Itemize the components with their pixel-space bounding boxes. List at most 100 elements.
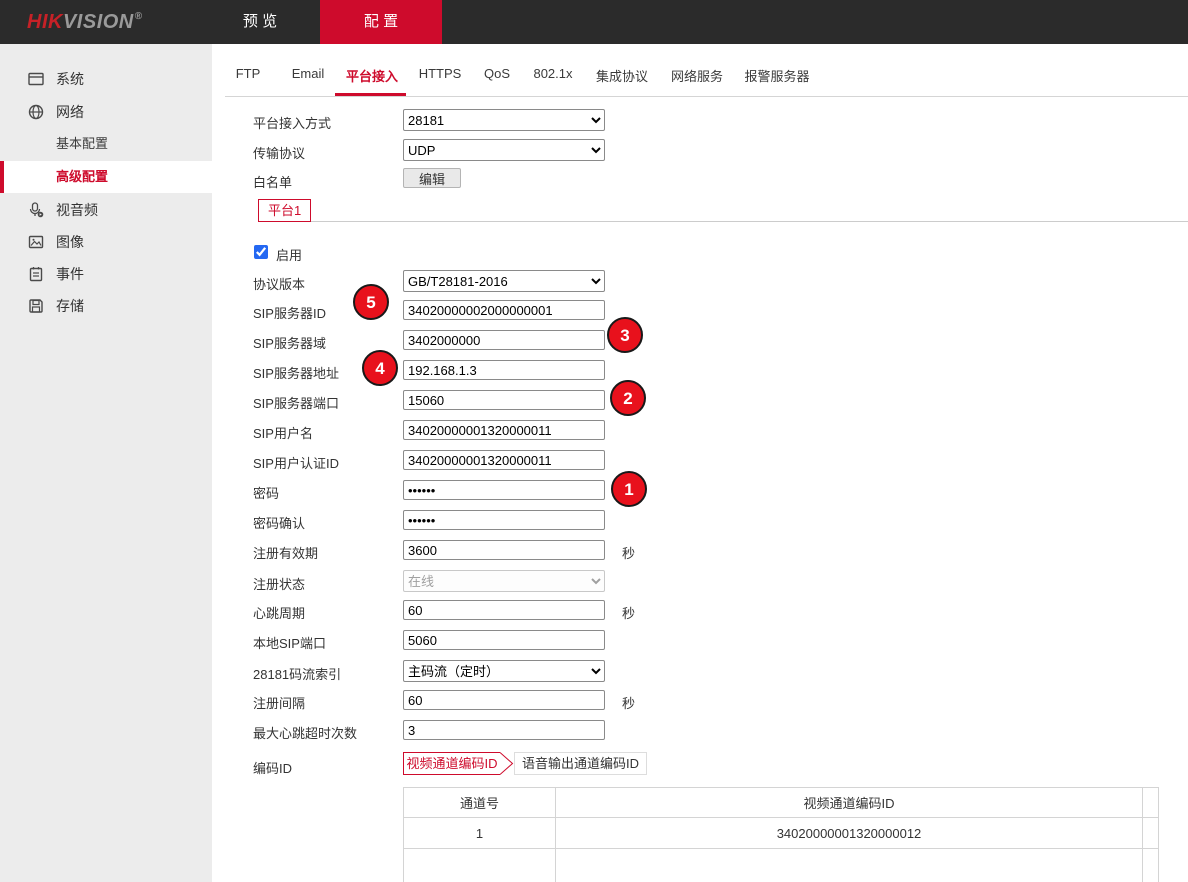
max-heartbeat-timeout-input[interactable] [403, 720, 605, 740]
tab-platform-access[interactable]: 平台接入 [346, 66, 398, 85]
field-label-encode-id: 编码ID [253, 758, 292, 777]
sip-server-domain-input[interactable] [403, 330, 605, 350]
field-label-protocol-version: 协议版本 [253, 274, 305, 293]
sidebar-item-network[interactable]: 网络 [0, 96, 212, 128]
sidebar-item-audio-video[interactable]: 视音频 [0, 194, 212, 226]
tab-email[interactable]: Email [292, 66, 325, 81]
unit-seconds: 秒 [622, 543, 635, 562]
event-notepad-icon [28, 266, 44, 282]
microphone-icon [28, 202, 44, 218]
sip-server-id-input[interactable] [403, 300, 605, 320]
encode-tab-audio-output-channel[interactable]: 语音输出通道编码ID [514, 752, 647, 775]
field-label-platform-access-mode: 平台接入方式 [253, 113, 331, 132]
local-sip-port-input[interactable] [403, 630, 605, 650]
field-label-sip-auth-id: SIP用户认证ID [253, 453, 339, 472]
field-label-register-validity: 注册有效期 [253, 543, 318, 562]
sidebar-item-label: 事件 [56, 258, 84, 290]
sip-auth-id-input[interactable] [403, 450, 605, 470]
tab-8021x[interactable]: 802.1x [533, 66, 572, 81]
tab-https[interactable]: HTTPS [419, 66, 462, 81]
field-label-sip-server-address: SIP服务器地址 [253, 363, 339, 382]
logo-vision-text: VISION [63, 11, 134, 34]
sidebar-item-label: 基本配置 [56, 128, 108, 160]
step-badge-2: 2 [610, 380, 646, 416]
field-label-password: 密码 [253, 483, 279, 502]
transport-protocol-select[interactable]: UDP [403, 139, 605, 161]
hikvision-config-page: HIKVISION® 预 览 配 置 系统 网络 基本配置 高级配置 [0, 0, 1188, 882]
field-label-local-sip-port: 本地SIP端口 [253, 633, 326, 652]
sidebar-item-storage[interactable]: 存储 [0, 290, 212, 322]
heartbeat-cycle-input[interactable] [403, 600, 605, 620]
unit-seconds: 秒 [622, 603, 635, 622]
cell-channel-no: 1 [404, 818, 556, 849]
step-badge-3: 3 [607, 317, 643, 353]
enable-checkbox[interactable] [254, 245, 268, 259]
step-badge-4: 4 [362, 350, 398, 386]
col-header-channel-no: 通道号 [404, 788, 556, 818]
encode-tab-arrow-icon [500, 752, 514, 775]
sidebar-item-image[interactable]: 图像 [0, 226, 212, 258]
field-label-heartbeat-cycle: 心跳周期 [253, 603, 305, 622]
cell-spacer [1143, 849, 1159, 882]
sidebar-item-label: 视音频 [56, 194, 98, 226]
sidebar-item-label: 高级配置 [56, 161, 108, 193]
unit-seconds: 秒 [622, 693, 635, 712]
tab-integration-protocol[interactable]: 集成协议 [596, 66, 648, 85]
cell-encode-id: 34020000001320000012 [556, 818, 1143, 849]
field-label-register-status: 注册状态 [253, 574, 305, 593]
tabbar-divider [225, 96, 1188, 97]
field-label-password-confirm: 密码确认 [253, 513, 305, 532]
sidebar-item-label: 系统 [56, 63, 84, 95]
field-label-sip-username: SIP用户名 [253, 423, 313, 442]
protocol-version-select[interactable]: GB/T28181-2016 [403, 270, 605, 292]
sidebar-item-label: 图像 [56, 226, 84, 258]
registered-mark: ® [135, 11, 143, 22]
whitelist-edit-button[interactable]: 编辑 [403, 168, 461, 188]
table-row[interactable]: 1 34020000001320000012 [404, 818, 1159, 849]
sidebar-item-basic-config[interactable]: 基本配置 [0, 128, 212, 160]
stream-index-select[interactable]: 主码流（定时） [403, 660, 605, 682]
platform1-tab[interactable]: 平台1 [258, 199, 311, 222]
field-label-whitelist: 白名单 [253, 172, 292, 191]
sidebar-nav: 系统 网络 基本配置 高级配置 视音频 图像 [0, 44, 212, 882]
register-status-select: 在线 [403, 570, 605, 592]
password-confirm-input[interactable] [403, 510, 605, 530]
col-header-video-channel-encode-id: 视频通道编码ID [556, 788, 1143, 818]
col-header-spacer [1143, 788, 1159, 818]
sip-server-port-input[interactable] [403, 390, 605, 410]
step-badge-1: 1 [611, 471, 647, 507]
sidebar-item-label: 存储 [56, 290, 84, 322]
field-label-max-heartbeat-timeout: 最大心跳超时次数 [253, 723, 357, 742]
tab-alarm-server[interactable]: 报警服务器 [744, 66, 809, 85]
nav-tab-configuration[interactable]: 配 置 [320, 0, 442, 44]
image-icon [28, 234, 44, 250]
nav-tab-preview[interactable]: 预 览 [233, 0, 287, 44]
sip-server-address-input[interactable] [403, 360, 605, 380]
tab-network-service[interactable]: 网络服务 [671, 66, 723, 85]
sidebar-item-event[interactable]: 事件 [0, 258, 212, 290]
field-label-sip-server-port: SIP服务器端口 [253, 393, 339, 412]
platform-access-mode-select[interactable]: 28181 [403, 109, 605, 131]
password-input[interactable] [403, 480, 605, 500]
register-interval-input[interactable] [403, 690, 605, 710]
sidebar-item-advanced-config[interactable]: 高级配置 [0, 161, 212, 193]
field-label-sip-server-domain: SIP服务器域 [253, 333, 326, 352]
platform-section-divider [258, 221, 1188, 222]
tab-qos[interactable]: QoS [484, 66, 510, 81]
table-row[interactable] [404, 849, 1159, 882]
logo-hik-text: HIK [27, 11, 63, 34]
step-badge-5: 5 [353, 284, 389, 320]
field-label-register-interval: 注册间隔 [253, 693, 305, 712]
sip-username-input[interactable] [403, 420, 605, 440]
sidebar-item-label: 网络 [56, 96, 84, 128]
storage-floppy-icon [28, 298, 44, 314]
field-label-transport-protocol: 传输协议 [253, 143, 305, 162]
register-validity-input[interactable] [403, 540, 605, 560]
encode-tab-video-channel[interactable]: 视频通道编码ID [403, 752, 500, 775]
cell-encode-id [556, 849, 1143, 882]
enable-label: 启用 [276, 245, 302, 264]
cell-channel-no [404, 849, 556, 882]
hikvision-logo: HIKVISION® [27, 0, 143, 44]
tab-ftp[interactable]: FTP [236, 66, 261, 81]
sidebar-item-system[interactable]: 系统 [0, 63, 212, 95]
